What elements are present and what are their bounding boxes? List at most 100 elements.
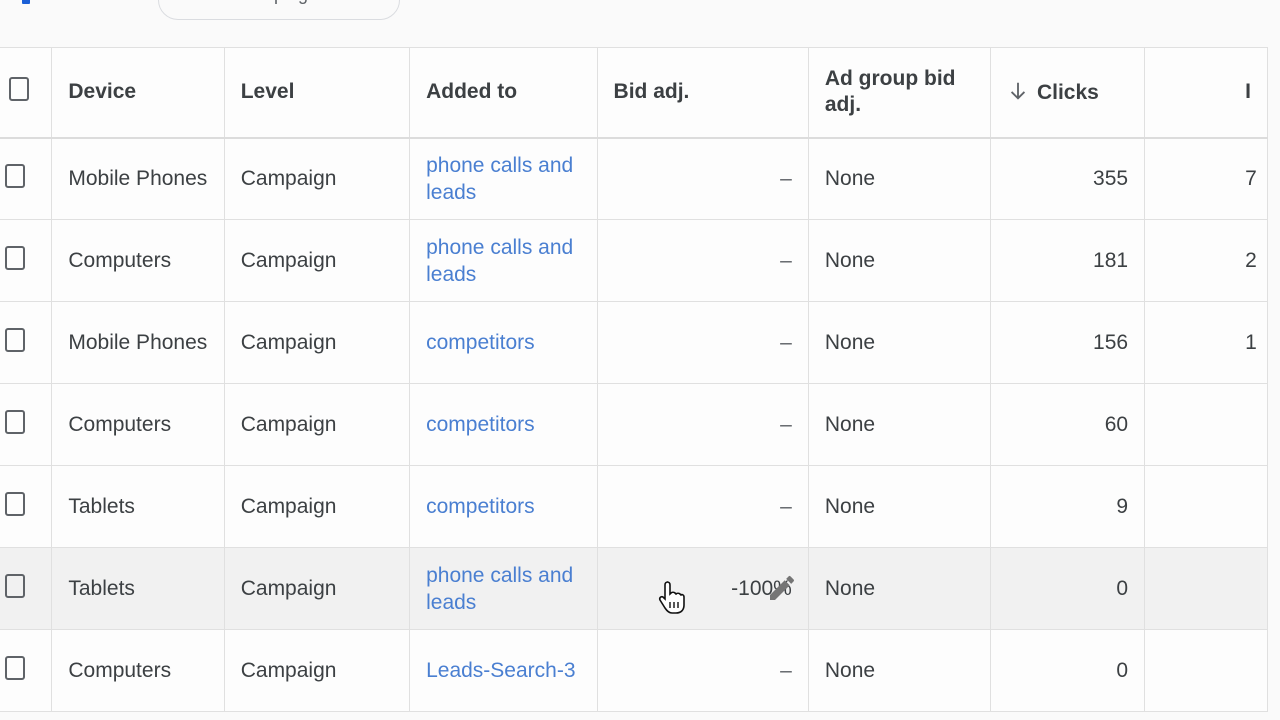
clicks-cell: 355 (989, 137, 1146, 220)
table-row[interactable]: Computers Campaign Leads-Search-3 – None 0 (0, 629, 1268, 712)
table-row[interactable]: Mobile Phones Campaign competitors – None 156… (0, 301, 1268, 384)
row-checkbox[interactable] (5, 245, 25, 270)
row-checkbox[interactable] (5, 163, 25, 188)
device-cell: Tablets (51, 465, 225, 548)
column-header-device[interactable]: Device (51, 47, 225, 139)
bid-adj-cell[interactable]: – (596, 465, 809, 548)
row-select-cell (0, 629, 53, 712)
campaign-link[interactable]: Leads-Search-3 (426, 657, 580, 684)
next-column-value: 1 (1245, 330, 1257, 354)
campaign-link[interactable]: phone calls and leads (426, 562, 580, 616)
level-cell: Campaign (223, 219, 411, 302)
table-row[interactable]: Computers Campaign phone calls and leads – N… (0, 219, 1268, 302)
campaign-link[interactable]: competitors (426, 411, 580, 438)
select-all-checkbox[interactable] (9, 76, 29, 101)
added-to-cell: Leads-Search-3 (409, 629, 598, 712)
bid-adj-cell[interactable]: – (596, 301, 809, 384)
clicks-value: 60 (1104, 412, 1129, 436)
ad-group-bid-adj-value: None (824, 330, 876, 354)
clicks-cell: 9 (989, 465, 1146, 548)
table-row[interactable]: Tablets Campaign phone calls and leads -100… (0, 547, 1268, 630)
bid-adj-cell[interactable]: -100% (596, 547, 809, 630)
row-checkbox[interactable] (5, 327, 25, 352)
device-name: Tablets (68, 577, 135, 600)
level-value: Campaign (240, 659, 337, 682)
row-select-cell (0, 137, 53, 220)
bid-adj-cell[interactable]: – (596, 137, 809, 220)
bid-adj-cell[interactable]: – (596, 383, 809, 466)
next-column-value: 7 (1245, 166, 1257, 190)
filter-chip[interactable]: campaign (158, 0, 400, 20)
row-checkbox[interactable] (5, 573, 25, 598)
bid-adj-cell[interactable]: – (596, 629, 809, 712)
column-header-added-to[interactable]: Added to (409, 47, 598, 139)
next-column-value: 2 (1245, 248, 1257, 272)
table-row[interactable]: Tablets Campaign competitors – None 9 (0, 465, 1268, 548)
ad-group-bid-adj-cell: None (807, 629, 991, 712)
device-cell: Tablets (51, 547, 225, 630)
ad-group-bid-adj-cell: None (807, 383, 991, 466)
next-column-cell (1144, 383, 1268, 466)
added-to-cell: competitors (409, 383, 598, 466)
row-select-cell (0, 465, 53, 548)
bid-adj-cell[interactable]: – (596, 219, 809, 302)
column-header-bid-adj[interactable]: Bid adj. (596, 47, 809, 139)
clicks-cell: 156 (989, 301, 1146, 384)
row-checkbox[interactable] (5, 655, 25, 680)
select-all-cell (0, 47, 53, 139)
ad-group-bid-adj-cell: None (807, 219, 991, 302)
table-row[interactable]: Mobile Phones Campaign phone calls and lea… (0, 137, 1268, 220)
added-to-cell: phone calls and leads (409, 547, 598, 630)
added-to-cell: competitors (409, 465, 598, 548)
campaign-link[interactable]: competitors (426, 493, 580, 520)
bid-adj-value: – (780, 494, 792, 518)
ad-group-bid-adj-cell: None (807, 301, 991, 384)
column-header-clicks[interactable]: Clicks (989, 47, 1146, 139)
level-cell: Campaign (223, 301, 411, 384)
row-select-cell (0, 301, 53, 384)
column-header-next[interactable]: I (1144, 47, 1268, 139)
bid-adj-value: – (780, 330, 792, 354)
clicks-value: 181 (1093, 248, 1129, 272)
device-name: Computers (68, 249, 172, 272)
campaign-link[interactable]: competitors (426, 329, 580, 356)
next-column-cell (1144, 629, 1268, 712)
table-header-row: Device Level Added to Bid adj. Ad group … (0, 47, 1268, 139)
arrow-down-icon (1010, 82, 1026, 100)
pencil-icon[interactable] (766, 572, 798, 604)
clicks-value: 9 (1116, 494, 1129, 518)
device-cell: Computers (51, 383, 225, 466)
bid-adj-value: – (780, 248, 792, 272)
clicks-cell: 0 (989, 547, 1146, 630)
column-header-level[interactable]: Level (223, 47, 411, 139)
ad-group-bid-adj-cell: None (807, 465, 991, 548)
next-column-cell (1144, 465, 1268, 548)
ad-group-bid-adj-value: None (824, 494, 876, 518)
next-column-cell (1144, 547, 1268, 630)
bid-adj-value: – (780, 412, 792, 436)
campaign-link[interactable]: phone calls and leads (426, 234, 580, 288)
bid-adj-value: – (780, 166, 792, 190)
clicks-cell: 181 (989, 219, 1146, 302)
table-row[interactable]: Computers Campaign competitors – None 60 (0, 383, 1268, 466)
ad-group-bid-adj-cell: None (807, 547, 991, 630)
level-cell: Campaign (223, 547, 411, 630)
level-value: Campaign (240, 577, 337, 600)
device-name: Computers (68, 413, 172, 436)
clicks-header-label: Clicks (1036, 80, 1099, 104)
level-cell: Campaign (223, 629, 411, 712)
campaign-link[interactable]: phone calls and leads (426, 152, 580, 206)
row-checkbox[interactable] (5, 491, 25, 516)
device-name: Mobile Phones (68, 167, 208, 191)
added-to-cell: phone calls and leads (409, 219, 598, 302)
level-value: Campaign (240, 495, 337, 518)
clicks-value: 355 (1093, 166, 1129, 190)
ad-group-bid-adj-value: None (824, 412, 876, 436)
row-checkbox[interactable] (5, 409, 25, 434)
device-name: Computers (68, 659, 172, 682)
level-cell: Campaign (223, 465, 411, 548)
device-cell: Mobile Phones (51, 301, 225, 384)
clicks-cell: 60 (989, 383, 1146, 466)
clicks-cell: 0 (989, 629, 1146, 712)
column-header-ad-group-bid-adj[interactable]: Ad group bid adj. (807, 47, 991, 139)
